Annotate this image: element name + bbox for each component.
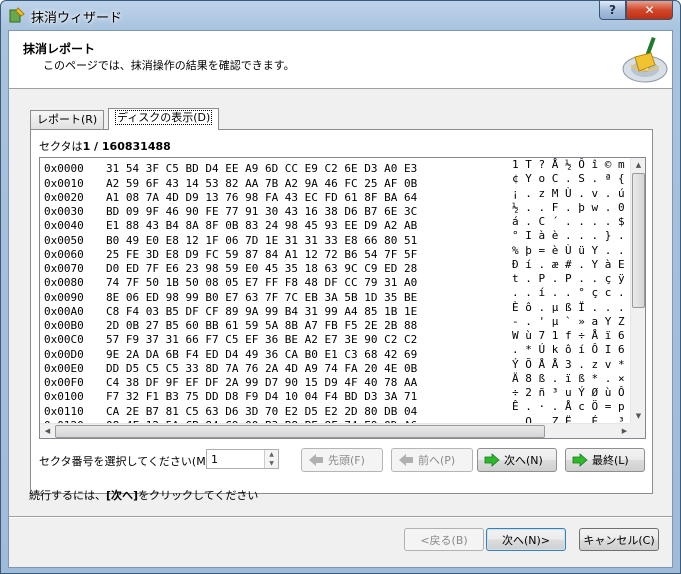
instruction-emph: [次へ] xyxy=(106,489,139,502)
footer-separator xyxy=(9,516,672,518)
next-sector-button[interactable]: 次へ(N) xyxy=(477,448,557,472)
sector-value: 1 / 160831488 xyxy=(82,140,171,153)
scroll-up-icon[interactable]: ▲ xyxy=(631,158,645,173)
horizontal-scroll-thumb[interactable] xyxy=(55,425,545,438)
tab-disk-view[interactable]: ディスクの表示(D) xyxy=(108,108,220,130)
hex-ascii: W ù 7 1 f ÷ Å ï 6 ¾ ¢ xyxy=(512,329,632,342)
hex-row: 0x0070 D0 ED 7F E6 23 98 59 E0 45 35 18 6… xyxy=(40,257,632,275)
tab-report-label: レポート(R) xyxy=(37,113,98,126)
window-title: 抹消ウィザード xyxy=(31,11,123,26)
scrollbar-corner xyxy=(630,423,645,438)
next-sector-button-label: 次へ(N) xyxy=(504,454,543,467)
sector-indicator: セクタは1 / 160831488 xyxy=(39,138,171,154)
hex-ascii: . * Ú k ô í Ô I 6 Ê ° xyxy=(512,343,632,357)
wizard-header: 抹消レポート このページでは、抹消操作の結果を確認できます。 xyxy=(9,31,672,89)
hex-row: 0x0050 B0 49 E0 E8 12 1F 06 7D 1E 31 31 3… xyxy=(40,229,632,246)
hex-row: 0x0060 25 FE 3D E8 D9 FC 59 87 84 A1 12 7… xyxy=(40,243,632,261)
hex-row: 0x0080 74 7F 50 1B 50 08 05 E7 FF F8 48 D… xyxy=(40,272,632,289)
hex-row: 0x00B0 2D 0B 27 B5 60 BB 61 59 5A 8B A7 F… xyxy=(40,314,632,332)
hex-row: 0x00D0 9E 2A DA 6B F4 ED D4 49 36 CA B0 E… xyxy=(40,343,632,360)
hex-row: 0x0040 E1 88 43 B4 8A 8F 0B 83 24 98 45 9… xyxy=(40,215,632,232)
page-title: 抹消レポート xyxy=(23,42,96,56)
hex-ascii: ° I à è . . . } . 1 1 xyxy=(512,229,632,243)
hex-row: 0x0020 A1 08 7A 4D D9 13 76 98 FA 43 EC F… xyxy=(40,186,632,204)
tab-report[interactable]: レポート(R) xyxy=(30,110,105,129)
hex-row: 0x00C0 57 F9 37 31 66 F7 C5 EF 36 BE A2 E… xyxy=(40,329,632,346)
wizard-window: 抹消ウィザード ? ✕ 抹消レポート このページでは、抹消操作の結果を確認できま… xyxy=(0,0,681,574)
hex-ascii: ÷ 2 ñ ³ u Ý Ø ù Ô . . xyxy=(512,386,632,399)
instruction-suffix: をクリックしてください xyxy=(138,489,259,502)
hex-lines: 0x0000 31 54 3F C5 BD D4 EE A9 6D CC E9 C… xyxy=(40,158,632,424)
prev-button[interactable]: 前へ(P) xyxy=(391,448,473,472)
hex-row: 0x0110 CA 2E B7 81 C5 63 D6 3D 70 E2 D5 E… xyxy=(40,400,632,417)
hex-row: 0x00E0 DD D5 C5 C5 33 8D 7A 76 2A 4D A9 7… xyxy=(40,357,632,375)
help-button[interactable]: ? xyxy=(599,1,626,20)
horizontal-scrollbar[interactable]: ◀ ▶ xyxy=(40,423,632,438)
sector-select-label: セクタ番号を選択してください(M): xyxy=(39,455,214,468)
hex-ascii: . . í . . ° ç c . | ë xyxy=(512,286,632,300)
hex-ascii: Ê . · . Å c Ö = p â Õ xyxy=(512,400,632,414)
hex-ascii: % þ = è Ù ü Y . . ¡ . xyxy=(512,243,632,257)
stepper-up-icon[interactable]: ▲ xyxy=(264,450,278,459)
arrow-left-icon xyxy=(309,454,323,466)
sector-navigation: セクタ番号を選択してください(M): ▲ ▼ 先頭(F) 前へ(P) xyxy=(31,446,652,476)
hex-ascii: Ý Õ Å Å 3 . z v * M © xyxy=(512,357,632,371)
hex-ascii: ¢ Y o C . S . ª { ¢ . xyxy=(512,172,632,186)
hex-row: 0x0010 A2 59 6F 43 14 53 82 AA 7B A2 9A 4… xyxy=(40,172,632,189)
hex-ascii: È ô . µ ß Ï . . . ´ 1 xyxy=(512,300,632,314)
arrow-left-icon xyxy=(399,454,413,466)
sector-number-input[interactable] xyxy=(207,450,264,468)
sector-number-stepper[interactable]: ▲ ▼ xyxy=(206,449,279,469)
hex-ascii: ½ . . F . þ w . 0 C . xyxy=(512,200,632,214)
app-icon xyxy=(9,7,25,23)
hex-ascii: á . C ´ . . . . $ . E xyxy=(512,215,632,228)
hex-ascii: Ð í . æ # . Y à E 5 . xyxy=(512,257,632,271)
page-subtitle: このページでは、抹消操作の結果を確認できます。 xyxy=(43,59,295,72)
disk-broom-icon xyxy=(622,36,668,83)
hex-row: 0x00A0 C8 F4 03 B5 DF CF 89 9A 99 B4 31 9… xyxy=(40,300,632,318)
instruction-text: 続行するには、[次へ]をクリックしてください xyxy=(29,487,258,503)
hex-row: 0x0100 F7 32 F1 B3 75 DD D8 F9 D4 10 04 F… xyxy=(40,386,632,403)
back-button[interactable]: <戻る(B) xyxy=(404,528,484,551)
scroll-down-icon[interactable]: ▼ xyxy=(631,409,645,424)
hex-ascii: Ä 8 ß . ï ß * . × . . xyxy=(512,371,632,385)
vertical-scrollbar[interactable]: ▲ ▼ xyxy=(630,158,645,424)
instruction-prefix: 続行するには、 xyxy=(29,489,106,502)
arrow-right-icon xyxy=(484,453,500,467)
hex-row: 0x0090 8E 06 ED 98 99 B0 E7 63 7F 7C EB 3… xyxy=(40,286,632,303)
stepper-down-icon[interactable]: ▼ xyxy=(264,459,278,468)
close-button[interactable]: ✕ xyxy=(626,1,673,20)
last-button-label: 最終(L) xyxy=(592,454,629,467)
hex-viewer[interactable]: 0x0000 31 54 3F C5 BD D4 EE A9 6D CC E9 C… xyxy=(39,157,646,439)
tab-disk-view-label: ディスクの表示(D) xyxy=(115,110,213,125)
last-button[interactable]: 最終(L) xyxy=(565,448,645,472)
prev-button-label: 前へ(P) xyxy=(418,454,456,467)
next-button[interactable]: 次へ(N)> xyxy=(486,528,566,551)
hex-ascii: t . P . P . . ç ÿ ø H xyxy=(512,272,632,285)
hex-ascii: 1 T ? Å ½ Ô î © m Ì é xyxy=(512,158,632,171)
title-bar[interactable]: 抹消ウィザード ? ✕ xyxy=(1,1,680,29)
sector-prefix: セクタは xyxy=(39,140,83,153)
hex-ascii: ¡ . z M Ù . v . ú C ì xyxy=(512,186,632,200)
wizard-client-area: 抹消レポート このページでは、抹消操作の結果を確認できます。 レポート(R) デ… xyxy=(8,30,673,568)
hex-row: 0x0030 BD 09 9F 46 90 FE 77 91 30 43 16 3… xyxy=(40,200,632,218)
first-button-label: 先頭(F) xyxy=(328,454,365,467)
arrow-right-icon xyxy=(572,453,588,467)
hex-row: 0x00F0 C4 38 DF 9F EF DF 2A 99 D7 90 15 D… xyxy=(40,371,632,389)
stepper-buttons: ▲ ▼ xyxy=(264,450,278,468)
cancel-button[interactable]: キャンセル(C) xyxy=(579,528,659,551)
scroll-left-icon[interactable]: ◀ xyxy=(40,424,55,438)
first-button[interactable]: 先頭(F) xyxy=(301,448,383,472)
disk-view-panel: セクタは1 / 160831488 0x0000 31 54 3F C5 BD D… xyxy=(30,129,653,494)
hex-ascii: - . ' µ ` » a Y Z . § xyxy=(512,314,632,328)
vertical-scroll-thumb[interactable] xyxy=(632,173,645,308)
hex-row: 0x0000 31 54 3F C5 BD D4 EE A9 6D CC E9 C… xyxy=(40,158,632,175)
